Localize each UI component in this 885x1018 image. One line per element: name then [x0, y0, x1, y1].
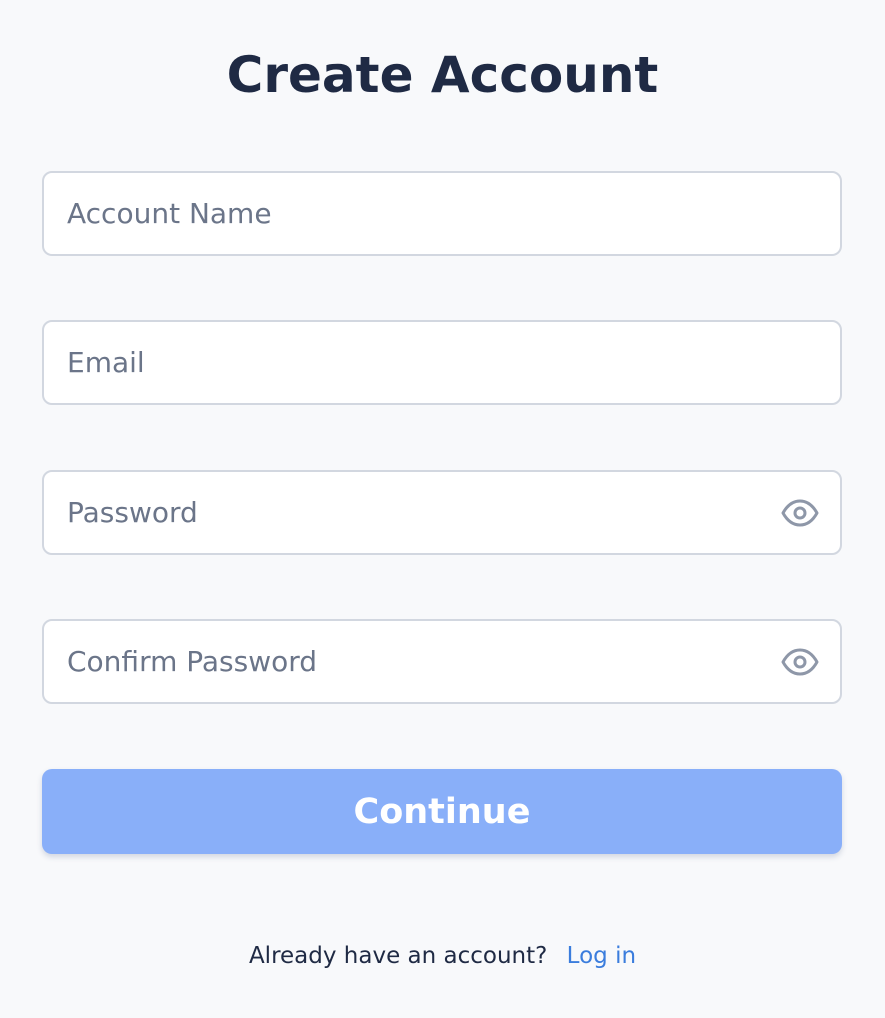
page-title: Create Account: [226, 46, 659, 104]
account-name-input[interactable]: [44, 173, 840, 254]
email-input[interactable]: [44, 322, 840, 403]
confirm-password-visibility-toggle[interactable]: [780, 647, 820, 677]
password-visibility-toggle[interactable]: [780, 498, 820, 528]
email-field[interactable]: [42, 320, 842, 405]
continue-button[interactable]: Continue: [42, 769, 842, 854]
login-prompt: Already have an account? Log in: [0, 940, 885, 972]
password-input[interactable]: [44, 472, 840, 553]
login-prompt-text: Already have an account?: [248, 943, 548, 969]
confirm-password-field[interactable]: [42, 619, 842, 704]
eye-icon: [781, 499, 819, 526]
create-account-page: Create Account Continue Already have an …: [0, 0, 885, 1018]
password-field[interactable]: [42, 470, 842, 555]
account-name-field[interactable]: [42, 171, 842, 256]
confirm-password-input[interactable]: [44, 621, 840, 702]
eye-icon: [781, 648, 819, 675]
login-link[interactable]: Log in: [567, 943, 636, 969]
